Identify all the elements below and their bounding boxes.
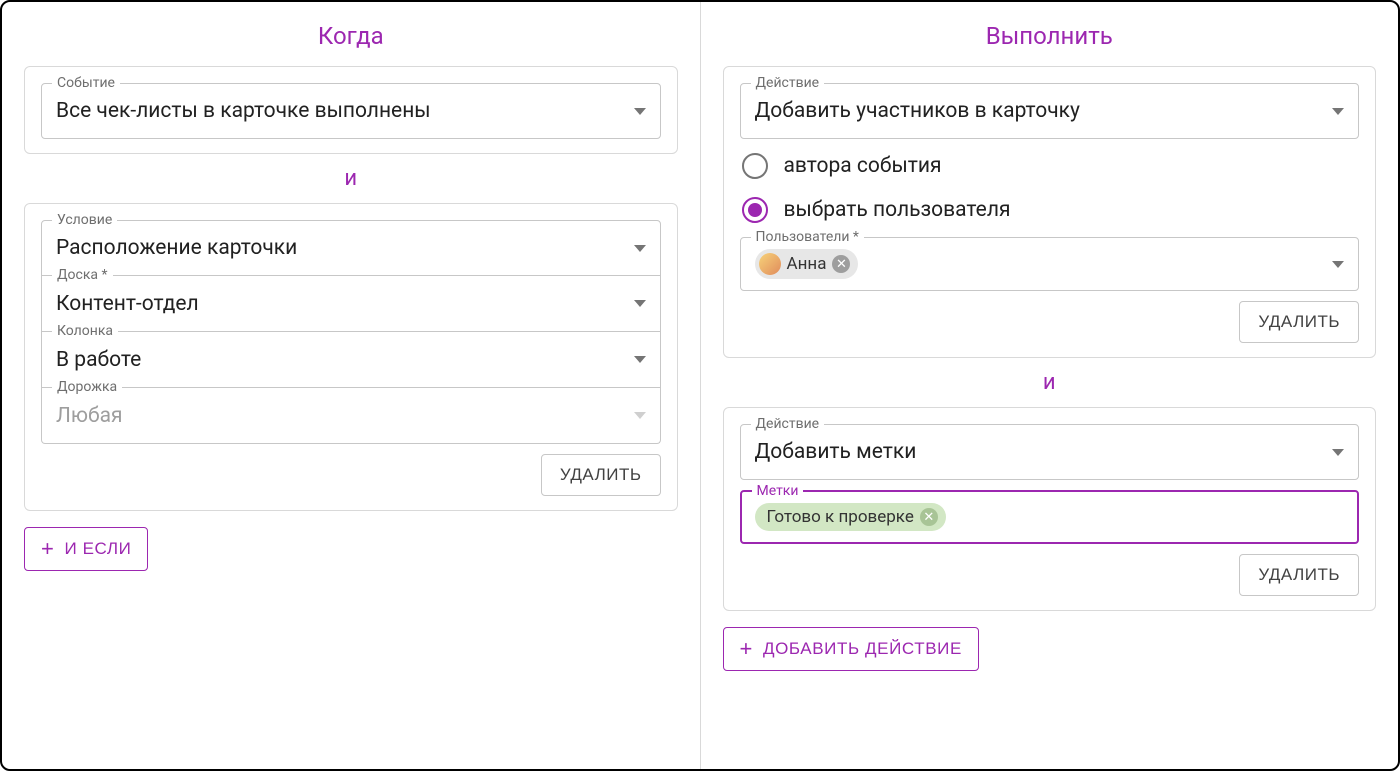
event-select[interactable]: Событие Все чек-листы в карточке выполне… (41, 83, 661, 139)
condition-value: Расположение карточки (56, 236, 634, 260)
avatar-icon (759, 253, 781, 275)
condition-select[interactable]: Условие Расположение карточки (41, 220, 661, 276)
tag-chip[interactable]: Готово к проверке ✕ (755, 503, 946, 531)
delete-action1-button[interactable]: УДАЛИТЬ (1239, 301, 1359, 343)
condition-card: Условие Расположение карточки Доска * Ко… (24, 203, 678, 511)
condition-stack: Условие Расположение карточки Доска * Ко… (41, 220, 661, 444)
board-select[interactable]: Доска * Контент-отдел (41, 276, 661, 332)
users-chips: Анна ✕ (755, 243, 1333, 285)
action-card-2: Действие Добавить метки Метки Готово к п… (723, 407, 1377, 611)
tags-field[interactable]: Метки Готово к проверке ✕ (740, 490, 1360, 544)
action1-select[interactable]: Действие Добавить участников в карточку (740, 83, 1360, 139)
event-card: Событие Все чек-листы в карточке выполне… (24, 66, 678, 154)
column-value: В работе (56, 348, 634, 372)
close-icon[interactable]: ✕ (920, 508, 938, 526)
add-condition-label: И ЕСЛИ (64, 539, 131, 559)
automation-builder: Когда Событие Все чек-листы в карточке в… (0, 0, 1400, 771)
chevron-down-icon (634, 356, 646, 363)
add-action-button[interactable]: + ДОБАВИТЬ ДЕЙСТВИЕ (723, 627, 979, 671)
tags-label: Метки (752, 483, 804, 499)
chevron-down-icon (1332, 108, 1344, 115)
radio-select-user-label: выбрать пользователя (784, 198, 1011, 222)
action1-label: Действие (751, 75, 825, 91)
action2-value: Добавить метки (755, 440, 1333, 464)
chevron-down-icon (634, 300, 646, 307)
column-label: Колонка (52, 323, 118, 339)
user-chip[interactable]: Анна ✕ (755, 249, 859, 279)
chevron-down-icon (634, 245, 646, 252)
radio-icon (742, 153, 768, 179)
add-condition-button[interactable]: + И ЕСЛИ (24, 527, 148, 571)
chevron-down-icon (634, 412, 646, 419)
users-field[interactable]: Пользователи * Анна ✕ (740, 237, 1360, 291)
chevron-down-icon (1332, 261, 1344, 268)
radio-icon-checked (742, 197, 768, 223)
close-icon[interactable]: ✕ (832, 255, 850, 273)
action2-select[interactable]: Действие Добавить метки (740, 424, 1360, 480)
radio-author-label: автора события (784, 154, 942, 178)
when-column: Когда Событие Все чек-листы в карточке в… (2, 2, 701, 769)
plus-icon: + (740, 638, 753, 660)
delete-action2-button[interactable]: УДАЛИТЬ (1239, 554, 1359, 596)
column-select[interactable]: Колонка В работе (41, 332, 661, 388)
chevron-down-icon (634, 108, 646, 115)
tag-chip-label: Готово к проверке (767, 507, 914, 527)
radio-select-user[interactable]: выбрать пользователя (740, 193, 1360, 227)
board-value: Контент-отдел (56, 292, 634, 316)
action1-value: Добавить участников в карточку (755, 99, 1333, 123)
do-column: Выполнить Действие Добавить участников в… (701, 2, 1399, 769)
when-title: Когда (24, 22, 678, 50)
lane-select[interactable]: Дорожка Любая (41, 388, 661, 444)
delete-condition-button[interactable]: УДАЛИТЬ (541, 454, 661, 496)
lane-placeholder: Любая (56, 404, 634, 428)
event-label: Событие (52, 75, 120, 91)
and-separator: и (24, 166, 678, 191)
lane-label: Дорожка (52, 379, 122, 395)
plus-icon: + (41, 538, 54, 560)
user-chip-label: Анна (787, 254, 827, 274)
action-card-1: Действие Добавить участников в карточку … (723, 66, 1377, 358)
condition-label: Условие (52, 212, 117, 228)
users-label: Пользователи * (751, 229, 864, 245)
board-label: Доска * (52, 267, 113, 283)
tags-chips: Готово к проверке ✕ (755, 497, 1345, 537)
radio-author[interactable]: автора события (740, 149, 1360, 183)
do-title: Выполнить (723, 22, 1377, 50)
and-separator: и (723, 370, 1377, 395)
action2-label: Действие (751, 416, 825, 432)
event-value: Все чек-листы в карточке выполнены (56, 99, 634, 123)
add-action-label: ДОБАВИТЬ ДЕЙСТВИЕ (763, 639, 962, 659)
chevron-down-icon (1332, 449, 1344, 456)
